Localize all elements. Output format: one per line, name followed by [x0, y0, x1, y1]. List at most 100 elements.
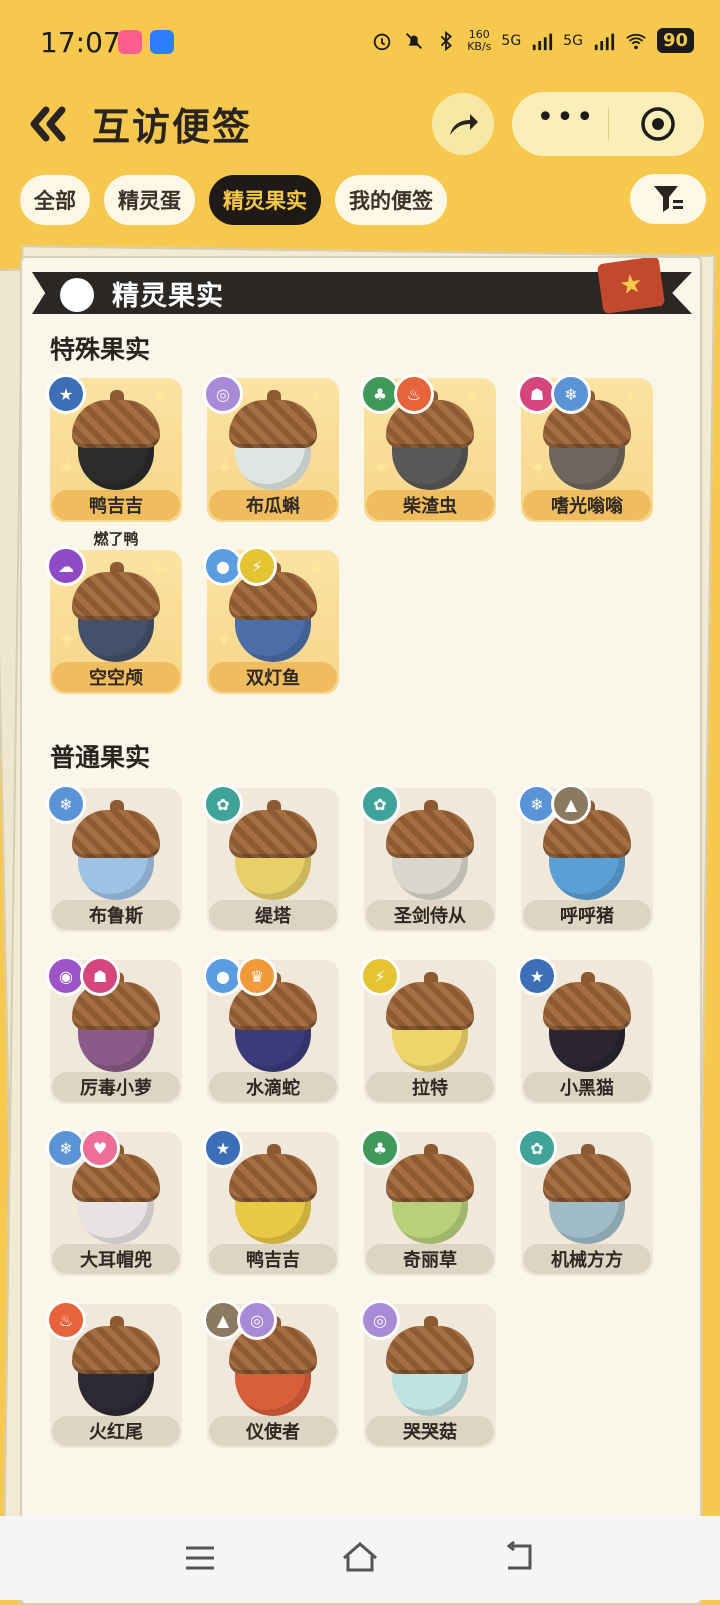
mini-program-capsule: ••• [512, 92, 704, 156]
back-button[interactable] [20, 98, 72, 150]
fruit-item[interactable]: ✦ ✦ ☗ ❄ 嗜光嗡嗡 [517, 374, 653, 522]
fire-icon: ♨ [394, 374, 434, 414]
fruit-item[interactable]: ❄ ♥ 大耳帽兜 [46, 1128, 182, 1276]
close-miniprogram-button[interactable] [640, 106, 676, 142]
star-icon: ★ [203, 1128, 243, 1168]
tab-eggs[interactable]: 精灵蛋 [104, 175, 195, 225]
bluetooth-icon [440, 30, 453, 51]
fruit-name: 小黑猫 [523, 1072, 651, 1102]
fruit-name: 奇丽草 [366, 1244, 494, 1274]
stamp-icon: ★ [596, 258, 666, 315]
swirl-icon: ◎ [237, 1300, 277, 1340]
status-time: 17:07 [40, 26, 121, 59]
fruit-name: 哭哭菇 [366, 1416, 494, 1446]
leaf-icon: ♣ [360, 1128, 400, 1168]
acorn-fruit-icon [543, 972, 631, 1072]
fruit-item[interactable]: ◉ ☗ 厉毒小萝 [46, 956, 182, 1104]
fruit-list-card: 精灵果实 ★ 特殊果实 ✦ ✦ ★ 鸭吉吉 燃了鸭 ✦ ✦ ◎ 布瓜蝌 ✦ ✦ ♣ ♨ 柴渣虫 ✦ ✦ ☗ ❄ 嗜光… [20, 256, 702, 1605]
acorn-fruit-icon [229, 800, 317, 900]
fruit-item[interactable]: ✦ ✦ ★ 鸭吉吉 燃了鸭 [46, 374, 182, 548]
fruit-item[interactable]: ✦ ✦ ◎ 布瓜蝌 [203, 374, 339, 522]
mountain-icon: ▲ [551, 784, 591, 824]
signal-5g-label: 5G [501, 32, 522, 49]
menu-icon[interactable] [178, 1536, 222, 1580]
tab-my-notes[interactable]: 我的便签 [335, 175, 447, 225]
fire-icon: ♨ [46, 1300, 86, 1340]
more-button[interactable]: ••• [536, 103, 596, 142]
fruit-item[interactable]: ✿ 机械方方 [517, 1128, 653, 1276]
fruit-name: 仪使者 [209, 1416, 337, 1446]
fruit-name: 厉毒小萝 [52, 1072, 180, 1102]
network-speed: 160 KB/s [467, 27, 492, 53]
fruit-name: 空空颅 [52, 662, 180, 692]
fruit-item[interactable]: ❄ 布鲁斯 [46, 784, 182, 932]
fruit-item[interactable]: ★ 鸭吉吉 [203, 1128, 339, 1276]
fruit-item[interactable]: ✦ ✦ ☁ 空空颅 [46, 546, 182, 694]
section-title-normal: 普通果实 [50, 743, 151, 772]
filter-icon [654, 186, 683, 212]
status-icons: 160 KB/s 5G 5G 90 [371, 28, 694, 53]
notification-app-icon [150, 30, 174, 54]
fruit-name: 水滴蛇 [209, 1072, 337, 1102]
fruit-name: 呼呼猪 [523, 900, 651, 930]
fruit-name: 布瓜蝌 [209, 490, 337, 520]
acorn-fruit-icon [386, 1144, 474, 1244]
electric-icon: ⚡ [237, 546, 277, 586]
electric-icon: ⚡ [360, 956, 400, 996]
ice-icon: ❄ [551, 374, 591, 414]
system-nav-bar [0, 1516, 720, 1600]
demon-icon: ☗ [80, 956, 120, 996]
banner-title: 精灵果实 [112, 281, 224, 312]
capsule-divider [608, 108, 609, 140]
tab-fruits[interactable]: 精灵果实 [209, 175, 321, 225]
acorn-fruit-icon [72, 390, 160, 490]
home-icon[interactable] [338, 1536, 382, 1580]
fruit-name: 大耳帽兜 [52, 1244, 180, 1274]
fruit-item[interactable]: ★ 小黑猫 [517, 956, 653, 1104]
fruit-name: 机械方方 [523, 1244, 651, 1274]
fruit-item[interactable]: ❄ ▲ 呼呼猪 [517, 784, 653, 932]
fruit-name: 圣剑侍从 [366, 900, 494, 930]
tab-all[interactable]: 全部 [20, 175, 90, 225]
fruit-item[interactable]: ♨ 火红尾 [46, 1300, 182, 1448]
back-nav-icon[interactable] [498, 1536, 542, 1580]
heart-icon: ♥ [80, 1128, 120, 1168]
acorn-fruit-icon [72, 800, 160, 900]
gear-icon: ✿ [360, 784, 400, 824]
gear-icon: ✿ [203, 784, 243, 824]
filter-button[interactable] [630, 174, 706, 224]
fruit-item[interactable]: ● ♛ 水滴蛇 [203, 956, 339, 1104]
fruit-item[interactable]: ▲ ◎ 仪使者 [203, 1300, 339, 1448]
fruit-name: 拉特 [366, 1072, 494, 1102]
star-icon: ★ [517, 956, 557, 996]
acorn-fruit-icon [543, 1144, 631, 1244]
wifi-icon [626, 33, 646, 49]
fruit-item[interactable]: ✿ 缇塔 [203, 784, 339, 932]
cake-icon: ♛ [237, 956, 277, 996]
fruit-item[interactable]: ✿ 圣剑侍从 [360, 784, 496, 932]
swirl-icon: ◎ [203, 374, 243, 414]
star-icon: ★ [46, 374, 86, 414]
gear-icon: ✿ [517, 1128, 557, 1168]
share-button[interactable] [432, 93, 494, 155]
fruit-item[interactable]: ♣ 奇丽草 [360, 1128, 496, 1276]
swirl-icon: ◎ [360, 1300, 400, 1340]
acorn-fruit-icon [72, 562, 160, 662]
fruit-item[interactable]: ⚡ 拉特 [360, 956, 496, 1104]
section-title-special: 特殊果实 [50, 335, 151, 364]
share-arrow-icon [450, 114, 478, 135]
ghost-icon: ☁ [46, 546, 86, 586]
acorn-fruit-icon [386, 972, 474, 1072]
page-title: 互访便签 [92, 105, 253, 149]
acorn-fruit-icon [386, 1316, 474, 1416]
ice-icon: ❄ [46, 784, 86, 824]
fruit-item[interactable]: ✦ ✦ ● ⚡ 双灯鱼 [203, 546, 339, 694]
acorn-fruit-icon [386, 800, 474, 900]
mute-bell-icon [406, 32, 423, 49]
fruit-item[interactable]: ✦ ✦ ♣ ♨ 柴渣虫 [360, 374, 496, 522]
fruit-name: 鸭吉吉 [52, 490, 180, 520]
card-banner: 精灵果实 [32, 272, 692, 314]
fruit-item[interactable]: ◎ 哭哭菇 [360, 1300, 496, 1448]
filter-tabs: 全部 精灵蛋 精灵果实 我的便签 [20, 175, 447, 225]
fruit-name: 柴渣虫 [366, 490, 494, 520]
